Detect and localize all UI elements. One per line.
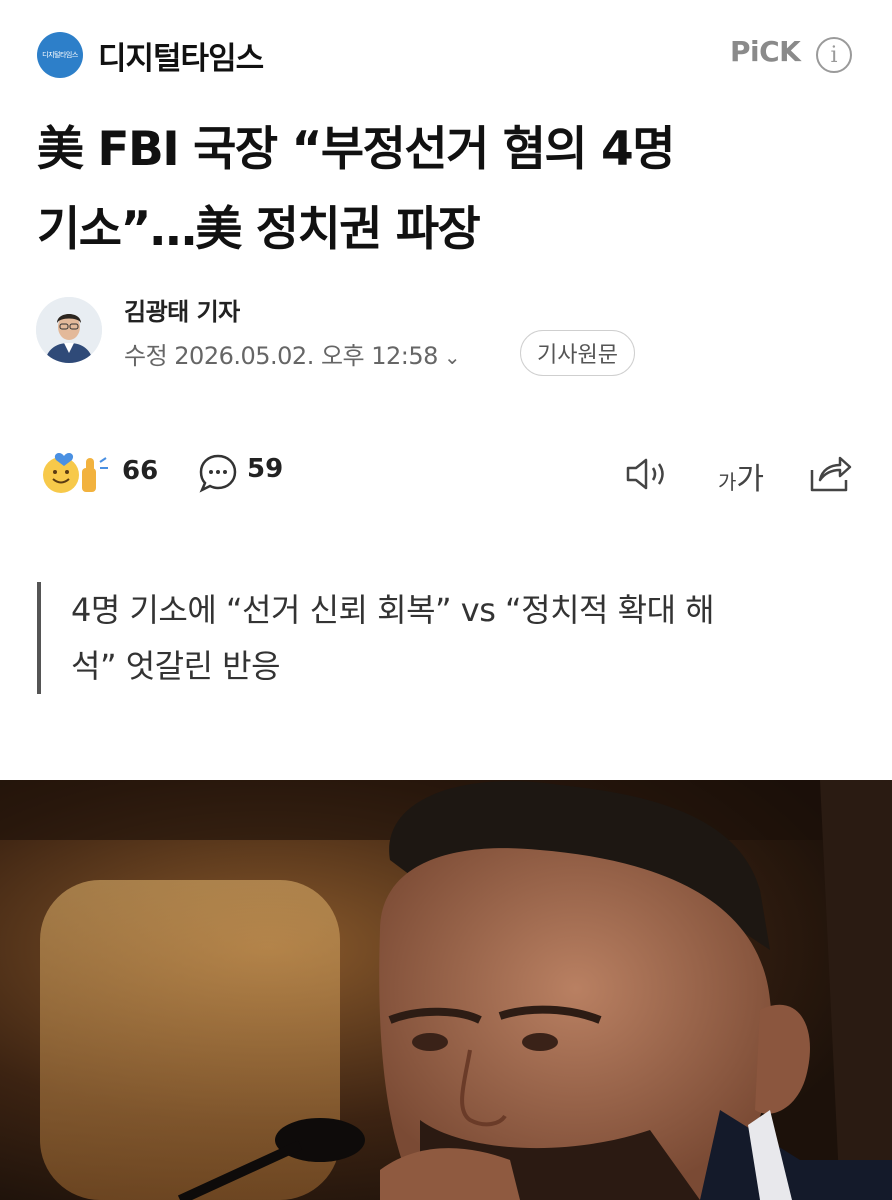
summary-line-2: 석” 엇갈린 반응 xyxy=(71,647,281,685)
original-article-button[interactable]: 기사원문 xyxy=(520,330,635,376)
info-icon[interactable]: i xyxy=(816,37,852,73)
share-icon[interactable] xyxy=(806,452,854,496)
chevron-down-icon[interactable]: ⌄ xyxy=(444,345,461,369)
press-logo[interactable]: 디지털타임스 xyxy=(37,32,83,78)
comment-icon[interactable] xyxy=(197,452,239,494)
font-size-small-label: 가 xyxy=(718,470,737,494)
comment-count: 59 xyxy=(247,454,284,484)
summary-line-1: 4명 기소에 “선거 신뢰 회복” vs “정치적 확대 해 xyxy=(71,591,715,629)
article-actions-bar: 66 59 가가 xyxy=(0,440,892,510)
modified-date[interactable]: 수정 2026.05.02. 오후 12:58 ⌄ xyxy=(124,336,461,371)
speaker-icon[interactable] xyxy=(624,454,672,494)
press-name[interactable]: 디지털타임스 xyxy=(98,33,264,78)
article-photo[interactable] xyxy=(0,780,892,1200)
font-size-large-label: 가 xyxy=(736,462,765,497)
article-headline: 美 FBI 국장 “부정선거 혐의 4명 기소”…美 정치권 파장 xyxy=(37,110,857,270)
pick-label: PiCK xyxy=(730,35,801,68)
headline-line-2: 기소”…美 정치권 파장 xyxy=(37,202,481,257)
reaction-count: 66 xyxy=(122,456,159,486)
reporter-avatar[interactable] xyxy=(36,297,102,363)
reaction-icon[interactable] xyxy=(40,450,112,496)
font-size-icon[interactable]: 가가 xyxy=(718,454,764,498)
article-summary: 4명 기소에 “선거 신뢰 회복” vs “정치적 확대 해 석” 엇갈린 반응 xyxy=(37,582,847,694)
modified-date-text: 수정 2026.05.02. 오후 12:58 xyxy=(124,342,438,370)
reporter-name[interactable]: 김광태 기자 xyxy=(124,292,240,327)
headline-line-1: 美 FBI 국장 “부정선거 혐의 4명 xyxy=(37,122,675,177)
press-header: 디지털타임스 디지털타임스 PiCK i xyxy=(0,0,892,110)
